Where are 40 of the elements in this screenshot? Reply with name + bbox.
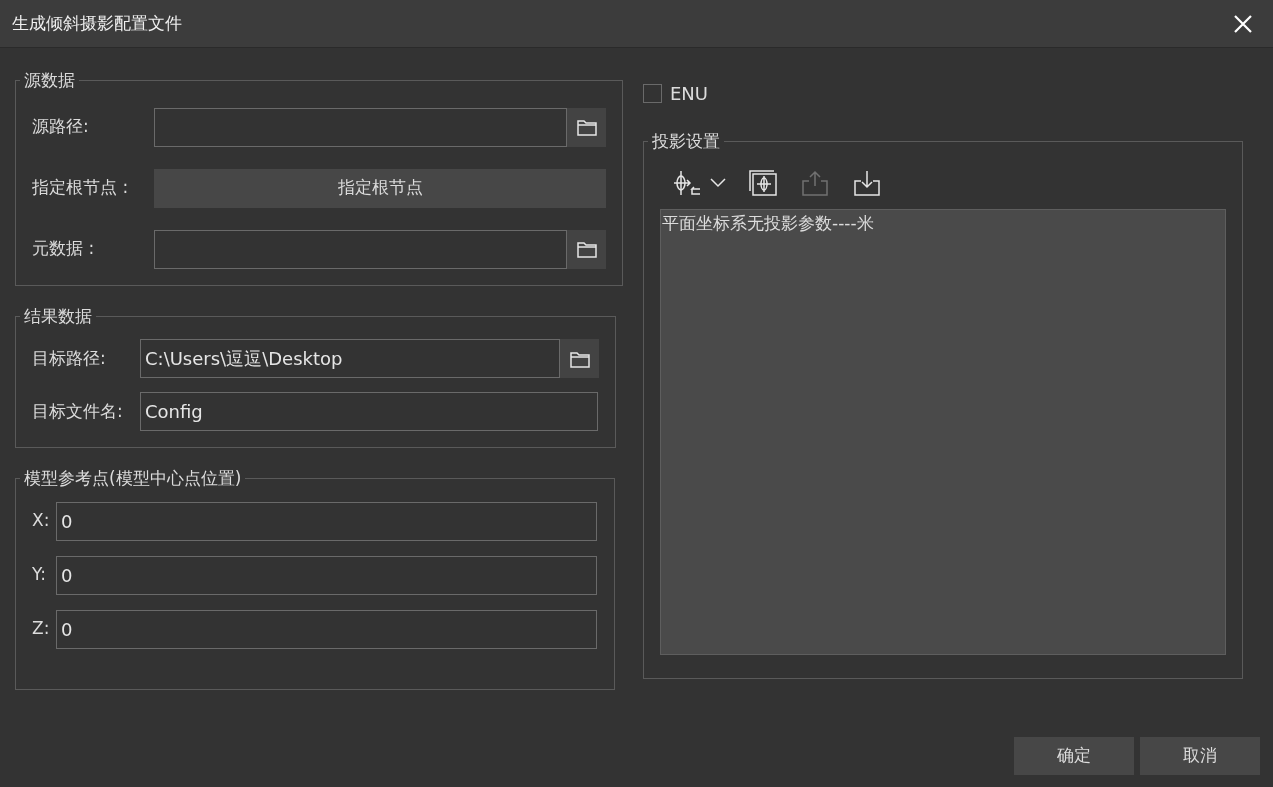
field-label: 目标文件名: — [32, 399, 124, 423]
input-field[interactable] — [154, 107, 567, 147]
browse-button[interactable] — [560, 339, 599, 378]
input-field[interactable]: 0 — [56, 609, 597, 649]
checkbox-label: ENU — [670, 82, 708, 106]
field-label: 目标路径: — [32, 346, 107, 370]
coordinate-label: Y: — [32, 563, 47, 587]
folder-icon — [575, 117, 598, 137]
root-node-button[interactable]: 指定根节点 — [154, 168, 606, 208]
group-title: 源数据 — [23, 69, 76, 92]
group-title: 投影设置 — [651, 130, 721, 153]
frame-icon — [748, 168, 778, 197]
coordinate-label: X: — [32, 509, 51, 533]
download-icon — [852, 168, 882, 197]
input-field[interactable]: C:\Users\逗逗\Desktop — [140, 339, 560, 378]
folder-icon — [575, 239, 598, 259]
group-title: 模型参考点(模型中心点位置) — [23, 467, 243, 490]
projection-text-area[interactable]: 平面坐标系无投影参数----米 — [660, 208, 1226, 655]
chevron-down-icon — [710, 177, 726, 188]
field-label: 指定根节点 : — [32, 176, 130, 200]
toolbar-button[interactable] — [672, 168, 726, 197]
axis-icon — [672, 168, 702, 197]
upload-icon — [800, 168, 830, 197]
dialog-button[interactable]: 确定 — [1014, 737, 1134, 775]
input-field[interactable]: 0 — [56, 501, 597, 541]
dialog-button[interactable]: 取消 — [1140, 737, 1260, 775]
group-title: 结果数据 — [23, 304, 93, 328]
toolbar-button[interactable] — [852, 168, 882, 197]
input-field[interactable]: 0 — [56, 555, 597, 595]
coordinate-label: Z: — [32, 617, 51, 641]
close-icon — [1233, 13, 1253, 34]
browse-button[interactable] — [567, 107, 606, 147]
input-field[interactable]: Config — [140, 392, 598, 431]
window-title: 生成倾斜摄影配置文件 — [12, 11, 182, 35]
enu-checkbox[interactable] — [643, 84, 662, 103]
field-label: 源路径: — [32, 115, 90, 139]
input-field[interactable] — [154, 229, 567, 269]
browse-button[interactable] — [567, 229, 606, 269]
field-label: 元数据 : — [32, 237, 96, 261]
toolbar-button[interactable] — [748, 168, 778, 197]
